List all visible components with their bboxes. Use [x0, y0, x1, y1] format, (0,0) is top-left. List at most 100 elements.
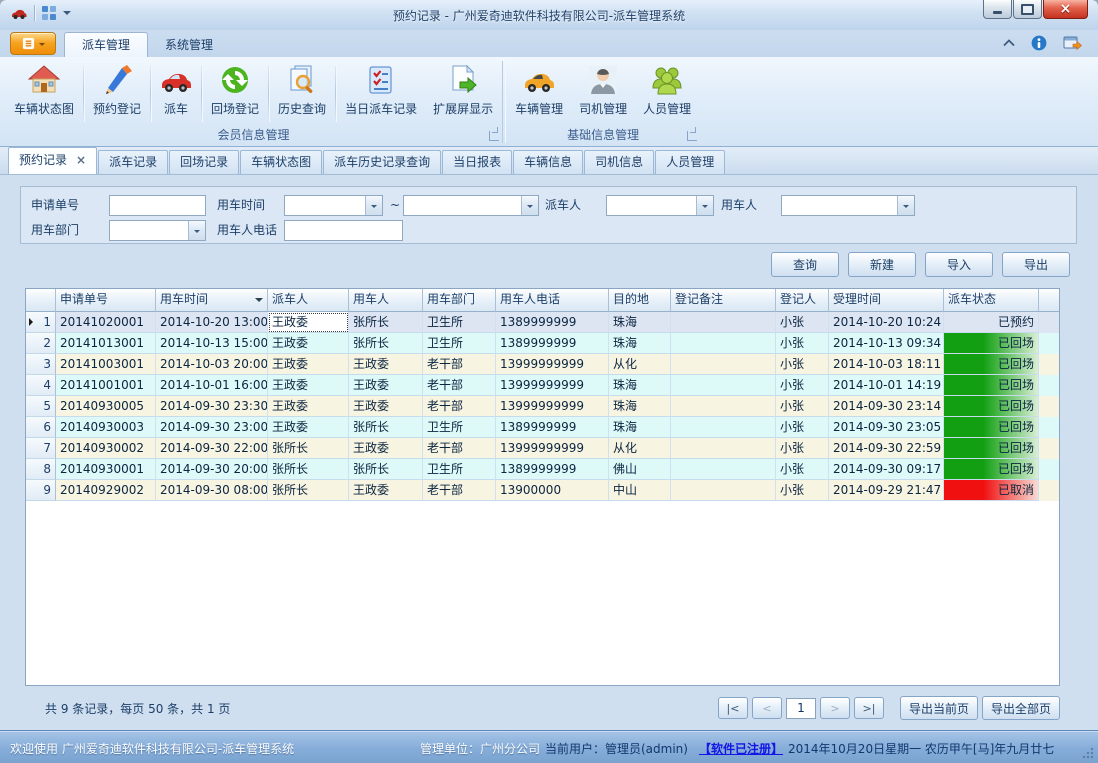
cell-department[interactable]: 老干部	[423, 354, 496, 375]
cell-remark[interactable]	[671, 375, 776, 396]
table-row[interactable]: 5201409300052014-09-30 23:30王政委王政委老干部139…	[26, 396, 1059, 417]
doc-tab-9[interactable]: 人员管理	[655, 150, 725, 174]
dialog-launcher-icon[interactable]	[489, 131, 499, 141]
cell-accept-time[interactable]: 2014-10-13 09:34	[829, 333, 944, 354]
ribbon-tab-1[interactable]: 派车管理	[64, 32, 148, 57]
prev-page-button[interactable]: <	[752, 697, 782, 719]
column-header-2[interactable]: 用车时间	[156, 289, 268, 312]
cell-remark[interactable]	[671, 312, 776, 333]
cell-dispatcher[interactable]: 张所长	[268, 480, 349, 501]
column-header-10[interactable]: 受理时间	[829, 289, 944, 312]
cell-department[interactable]: 卫生所	[423, 417, 496, 438]
export-button[interactable]: 导出	[1002, 252, 1070, 277]
cell-use-time[interactable]: 2014-09-30 22:00	[156, 438, 268, 459]
cell-dispatcher[interactable]: 王政委	[268, 375, 349, 396]
column-header-7[interactable]: 目的地	[609, 289, 671, 312]
import-button[interactable]: 导入	[925, 252, 993, 277]
cell-status[interactable]: 已回场	[944, 459, 1039, 480]
cell-accept-time[interactable]: 2014-09-30 23:14	[829, 396, 944, 417]
cell-registrar[interactable]: 小张	[776, 312, 829, 333]
cell-dispatcher[interactable]: 王政委	[268, 333, 349, 354]
table-row[interactable]: 8201409300012014-09-30 20:00张所长张所长卫生所138…	[26, 459, 1059, 480]
cell-remark[interactable]	[671, 417, 776, 438]
cell-department[interactable]: 卫生所	[423, 312, 496, 333]
cell-registrar[interactable]: 小张	[776, 417, 829, 438]
cell-use-time[interactable]: 2014-10-13 15:00	[156, 333, 268, 354]
column-header-6[interactable]: 用车人电话	[496, 289, 609, 312]
cell-registrar[interactable]: 小张	[776, 459, 829, 480]
ribbon-button-2-2[interactable]: 司机管理	[571, 61, 635, 127]
cell-registrar[interactable]: 小张	[776, 333, 829, 354]
cell-remark[interactable]	[671, 459, 776, 480]
cell-remark[interactable]	[671, 396, 776, 417]
cell-accept-time[interactable]: 2014-10-03 18:11	[829, 354, 944, 375]
sort-filter-icon[interactable]	[255, 298, 263, 306]
minimize-button[interactable]	[983, 0, 1012, 19]
cell-order-no[interactable]: 20140929002	[56, 480, 156, 501]
cell-user[interactable]: 张所长	[349, 459, 423, 480]
cell-order-no[interactable]: 20141003001	[56, 354, 156, 375]
cell-order-no[interactable]: 20140930002	[56, 438, 156, 459]
cell-user[interactable]: 王政委	[349, 480, 423, 501]
cell-status[interactable]: 已预约	[944, 312, 1039, 333]
doc-tab-7[interactable]: 车辆信息	[513, 150, 583, 174]
ribbon-button-2-1[interactable]: 车辆管理	[507, 61, 571, 127]
table-row[interactable]: 9201409290022014-09-30 08:00张所长王政委老干部139…	[26, 480, 1059, 501]
cell-destination[interactable]: 佛山	[609, 459, 671, 480]
info-icon[interactable]	[1031, 35, 1047, 51]
cell-phone[interactable]: 1389999999	[496, 417, 609, 438]
table-row[interactable]: 6201409300032014-09-30 23:00王政委张所长卫生所138…	[26, 417, 1059, 438]
cell-order-no[interactable]: 20140930003	[56, 417, 156, 438]
cell-accept-time[interactable]: 2014-09-30 23:05	[829, 417, 944, 438]
doc-tab-8[interactable]: 司机信息	[584, 150, 654, 174]
ribbon-button-1-1[interactable]: 车辆状态图	[6, 61, 82, 127]
chevron-down-icon[interactable]	[365, 196, 382, 215]
row-header[interactable]: 7	[26, 438, 56, 459]
cell-phone[interactable]: 13999999999	[496, 354, 609, 375]
row-header[interactable]: 3	[26, 354, 56, 375]
cell-user[interactable]: 张所长	[349, 312, 423, 333]
doc-tab-1[interactable]: 预约记录×	[8, 147, 97, 174]
cell-department[interactable]: 老干部	[423, 438, 496, 459]
dialog-launcher-icon[interactable]	[687, 131, 697, 141]
column-header-4[interactable]: 用车人	[349, 289, 423, 312]
cell-phone[interactable]: 13900000	[496, 480, 609, 501]
cell-user[interactable]: 张所长	[349, 417, 423, 438]
table-row[interactable]: 2201410130012014-10-13 15:00王政委张所长卫生所138…	[26, 333, 1059, 354]
cell-registrar[interactable]: 小张	[776, 375, 829, 396]
user-combobox[interactable]	[781, 195, 915, 216]
cell-use-time[interactable]: 2014-09-30 08:00	[156, 480, 268, 501]
ribbon-button-1-7[interactable]: 扩展屏显示	[425, 61, 501, 127]
chevron-down-icon[interactable]	[897, 196, 914, 215]
ribbon-button-1-5[interactable]: 历史查询	[270, 61, 334, 127]
page-number-input[interactable]	[786, 698, 816, 719]
cell-use-time[interactable]: 2014-09-30 23:30	[156, 396, 268, 417]
column-header-1[interactable]: 申请单号	[56, 289, 156, 312]
cell-destination[interactable]: 珠海	[609, 396, 671, 417]
restore-button[interactable]	[1013, 0, 1042, 19]
cell-remark[interactable]	[671, 333, 776, 354]
cell-department[interactable]: 老干部	[423, 396, 496, 417]
cell-registrar[interactable]: 小张	[776, 438, 829, 459]
cell-accept-time[interactable]: 2014-09-30 09:17	[829, 459, 944, 480]
cell-dispatcher[interactable]: 王政委	[268, 396, 349, 417]
cell-status[interactable]: 已回场	[944, 375, 1039, 396]
cell-registrar[interactable]: 小张	[776, 354, 829, 375]
cell-remark[interactable]	[671, 480, 776, 501]
export-current-page-button[interactable]: 导出当前页	[900, 696, 978, 720]
row-header[interactable]: 9	[26, 480, 56, 501]
cell-accept-time[interactable]: 2014-09-29 21:47	[829, 480, 944, 501]
create-button[interactable]: 新建	[848, 252, 916, 277]
cell-status[interactable]: 已回场	[944, 354, 1039, 375]
cell-status[interactable]: 已回场	[944, 333, 1039, 354]
department-combobox[interactable]	[109, 220, 206, 241]
doc-tab-6[interactable]: 当日报表	[442, 150, 512, 174]
cell-phone[interactable]: 1389999999	[496, 333, 609, 354]
cell-user[interactable]: 王政委	[349, 375, 423, 396]
cell-phone[interactable]: 1389999999	[496, 312, 609, 333]
cell-destination[interactable]: 中山	[609, 480, 671, 501]
row-header[interactable]: 8	[26, 459, 56, 480]
cell-department[interactable]: 卫生所	[423, 333, 496, 354]
doc-tab-5[interactable]: 派车历史记录查询	[323, 150, 441, 174]
cell-accept-time[interactable]: 2014-09-30 22:59	[829, 438, 944, 459]
